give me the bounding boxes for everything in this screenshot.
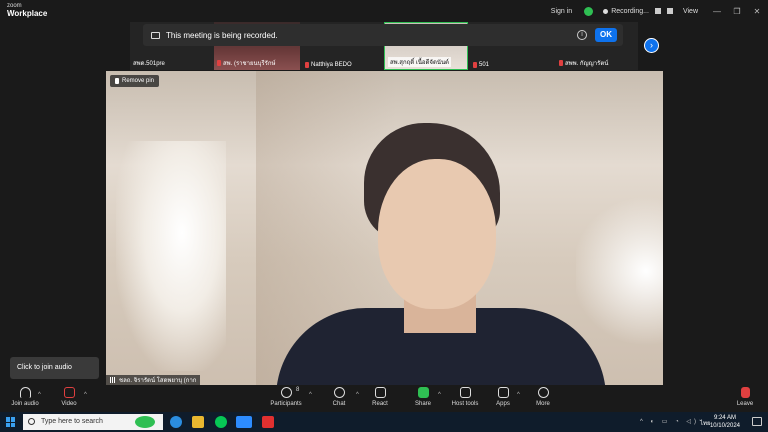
record-icon: [603, 8, 609, 14]
participants-count: 8: [296, 387, 300, 393]
ok-button[interactable]: OK: [595, 28, 617, 42]
participants-icon: [280, 387, 292, 398]
share-options-caret[interactable]: ^: [438, 392, 441, 398]
edge-icon[interactable]: [170, 416, 182, 428]
pin-icon: [115, 78, 119, 84]
participant-name: สพ. (ราชายนบุรีรักษ์: [223, 61, 276, 67]
next-page-button[interactable]: ›: [644, 38, 659, 53]
system-tray-icons[interactable]: ^ ◐ ▭ ◔ ◁): [640, 418, 699, 425]
remove-pin-label: Remove pin: [122, 78, 155, 84]
pdf-app-icon[interactable]: [262, 416, 274, 428]
headset-icon: [19, 387, 31, 398]
info-icon[interactable]: i: [577, 30, 587, 40]
ribbon-app-icon[interactable]: [135, 416, 155, 428]
mic-muted-icon: [559, 60, 563, 66]
leave-icon: [740, 387, 750, 398]
participant-name: Natthiya BEDO: [311, 62, 352, 68]
pause-icon[interactable]: [654, 8, 661, 14]
apps-options-caret[interactable]: ^: [517, 392, 520, 398]
join-audio-tooltip: Click to join audio: [10, 357, 99, 379]
input-language[interactable]: ไทย: [700, 418, 711, 428]
recording-camera-icon: [151, 31, 160, 39]
speaker-name-tag: ชลถ. จิรารัตน์ โสดพยาบุ (กาก: [106, 375, 201, 385]
os-taskbar: Type here to search ^ ◐ ▭ ◔ ◁) ไทย 9:24 …: [0, 412, 768, 432]
more-button[interactable]: More: [523, 387, 563, 407]
participant-name: สพพ. กัญญารัตน์: [565, 61, 609, 67]
background-light: [116, 141, 226, 371]
speaker-name: ชลถ. จิรารัตน์ โสดพยาบุ (กาก: [119, 378, 197, 384]
clock-time: 9:24 AM: [713, 415, 736, 421]
signal-bars-icon: [110, 377, 116, 383]
remove-pin-button[interactable]: Remove pin: [110, 75, 160, 87]
participant-name: สพ.สุกฤติ์ เนื้อดีจัดนันต์: [390, 60, 449, 66]
recording-indicator[interactable]: Recording...: [603, 8, 673, 15]
line-app-icon[interactable]: [215, 416, 227, 428]
heart-icon: [374, 387, 386, 398]
brand-bottom: Workplace: [7, 9, 48, 18]
host-tools-button[interactable]: Host tools: [445, 387, 485, 407]
mic-muted-icon: [473, 62, 477, 68]
search-icon: [28, 418, 35, 425]
windows-start-icon[interactable]: [6, 417, 16, 427]
mic-muted-icon: [217, 60, 221, 66]
participant-name: สพด.501pre: [133, 61, 165, 67]
leave-button[interactable]: Leave: [725, 387, 765, 407]
minimize-icon[interactable]: —: [708, 7, 726, 16]
more-icon: [537, 387, 549, 398]
participants-button[interactable]: Participants: [266, 387, 306, 407]
clock[interactable]: 9:24 AM 10/10/2024: [710, 414, 740, 430]
apps-icon: [497, 387, 509, 398]
close-icon[interactable]: ✕: [748, 7, 766, 16]
audio-options-caret[interactable]: ^: [38, 392, 41, 398]
sign-in-button[interactable]: Sign in: [551, 8, 572, 15]
video-button[interactable]: Video: [49, 387, 89, 407]
view-button[interactable]: View: [683, 8, 698, 15]
stop-icon[interactable]: [666, 8, 673, 14]
react-button[interactable]: React: [360, 387, 400, 407]
speaker-figure: [276, 123, 606, 385]
video-options-caret[interactable]: ^: [84, 392, 87, 398]
participants-options-caret[interactable]: ^: [309, 392, 312, 398]
share-screen-icon: [417, 387, 429, 398]
chat-options-caret[interactable]: ^: [356, 392, 359, 398]
clock-date: 10/10/2024: [709, 423, 740, 429]
video-off-icon: [63, 387, 75, 398]
mic-muted-icon: [305, 62, 309, 68]
recording-banner: This meeting is being recorded. i OK: [143, 24, 623, 46]
app-logo: zoom Workplace: [7, 3, 47, 18]
restore-icon[interactable]: ❐: [728, 7, 746, 16]
recording-message: This meeting is being recorded.: [166, 30, 278, 40]
shield-icon: [459, 387, 471, 398]
meeting-toolbar: Join audio ^ Video ^ Participants 8 ^ Ch…: [0, 385, 768, 412]
file-explorer-icon[interactable]: [192, 416, 204, 428]
chat-button[interactable]: Chat: [319, 387, 359, 407]
notification-icon[interactable]: [752, 417, 762, 426]
main-video[interactable]: [106, 71, 663, 385]
share-button[interactable]: Share: [403, 387, 443, 407]
chat-icon: [333, 387, 345, 398]
title-bar: zoom Workplace Sign in Recording... View…: [0, 0, 768, 22]
zoom-taskbar-icon[interactable]: [236, 416, 252, 428]
shield-check-icon[interactable]: [584, 6, 594, 16]
participant-name: 501: [479, 62, 490, 68]
recording-label: Recording...: [611, 7, 649, 15]
